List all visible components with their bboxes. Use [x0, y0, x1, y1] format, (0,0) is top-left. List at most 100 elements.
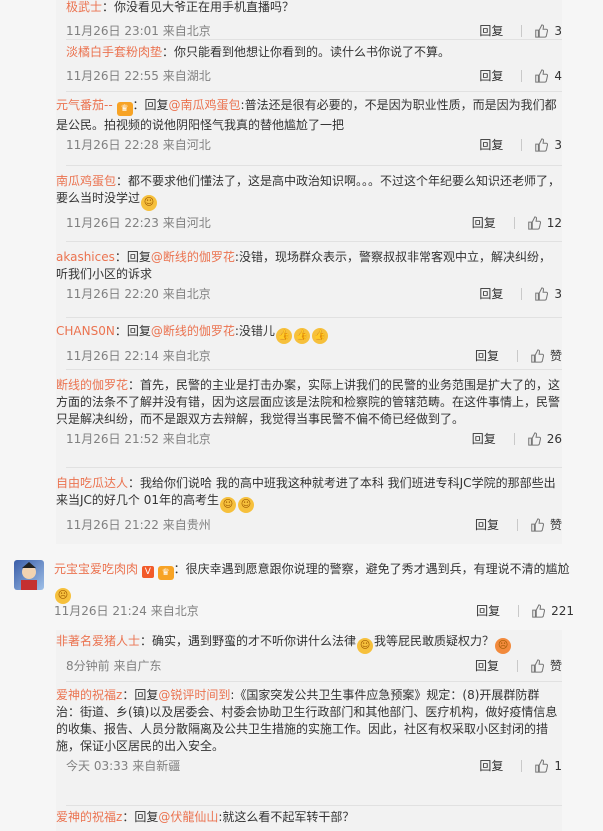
divider [518, 605, 520, 617]
divider [513, 433, 515, 445]
reply-text: akashices：回复@断线的伽罗花:没错，现场群众表示，警察叔叔非常客观中立… [56, 250, 551, 281]
divider [521, 288, 523, 300]
reply-text: 自由吃瓜达人：我给你们说哈 我的高中班我这种就考进了本科 我们班进专科JC学院的… [56, 468, 562, 513]
mention-link[interactable]: @伏龍仙山 [158, 810, 218, 824]
like-button[interactable]: 4 [534, 64, 562, 88]
thumbs-up-icon [531, 349, 544, 363]
username-link[interactable]: 非著名爱猪人士 [56, 634, 140, 648]
avatar[interactable] [14, 560, 44, 590]
reply-text: 非著名爱猪人士：确实，遇到野蛮的才不听你讲什么法律 ☺ 我等屁民敢质疑权力？ ☹ [56, 630, 562, 654]
reply-meta: 今天 03:33 来自新疆 回复 1 [66, 754, 562, 778]
thumbs-up-icon [527, 216, 541, 230]
username-link[interactable]: 淡橘白手套粉肉垫 [66, 45, 162, 59]
like-button[interactable]: 26 [527, 427, 562, 451]
like-button[interactable]: 221 [531, 599, 574, 623]
reply-button[interactable]: 回复 [476, 599, 500, 623]
reply-meta: 11月26日 22:28 来自河北 回复 3 [66, 133, 562, 157]
reply-time: 11月26日 22:23 来自河北 [66, 216, 211, 230]
comment-meta: 11月26日 21:24 来自北京 回复 221 [54, 599, 574, 623]
mention-link[interactable]: @锐评时间到 [158, 688, 230, 702]
divider [521, 70, 523, 82]
angry-emoji-icon: ☹ [495, 638, 512, 654]
comment-text: 元宝宝爱吃肉肉 V ♛ ：很庆幸遇到愿意跟你说理的警察，避免了秀才遇到兵，有理说不… [54, 558, 574, 604]
username-link[interactable]: 断线的伽罗花 [56, 378, 128, 392]
like-button[interactable]: 赞 [530, 654, 562, 678]
laughing-emoji-icon: ☺ [220, 497, 237, 513]
reply-button[interactable]: 回复 [472, 211, 496, 235]
divider [513, 217, 515, 229]
divider [516, 660, 518, 672]
username-link[interactable]: CHANS0N [56, 324, 115, 338]
reply-time: 11月26日 23:01 来自北京 [66, 24, 211, 38]
reply-button[interactable]: 回复 [479, 754, 503, 778]
divider [521, 760, 523, 772]
thumbs-up-icon [531, 518, 544, 532]
reply-button[interactable]: 回复 [479, 282, 503, 306]
reply-button[interactable]: 回复 [475, 344, 499, 368]
reply-button[interactable]: 回复 [479, 64, 503, 88]
username-link[interactable]: 爱神的祝福z [56, 810, 122, 824]
like-button[interactable]: 3 [534, 133, 562, 157]
username-link[interactable]: 元宝宝爱吃肉肉 [54, 562, 138, 576]
thumbs-up-icon [531, 659, 544, 673]
reply-button[interactable]: 回复 [472, 427, 496, 451]
reply-time: 11月26日 21:52 来自北京 [66, 432, 211, 446]
mention-link[interactable]: @断线的伽罗花 [151, 324, 235, 338]
reply-time: 11月26日 22:20 来自北京 [66, 287, 211, 301]
like-button[interactable]: 3 [534, 282, 562, 306]
reply-meta: 11月26日 21:52 来自北京 回复 26 [66, 427, 562, 451]
reply-text: 爱神的祝福z：回复@伏龍仙山:就这么看不起军转干部？ [56, 810, 355, 824]
username-link[interactable]: 爱神的祝福z [56, 688, 122, 702]
reply-text: 爱神的祝福z：回复@锐评时间到:《国家突发公共卫生事件应急预案》规定：(8)开展… [56, 688, 558, 753]
reply-text: 断线的伽罗花：首先，民警的主业是打击办案，实际上讲我们的民警的业务范围是扩大了的… [56, 378, 561, 426]
reply-text: 南瓜鸡蛋包：都不要求他们懂法了，这是高中政治知识啊。。。不过这个年纪要么知识还老… [56, 166, 562, 211]
verified-badge-icon: V [141, 566, 154, 578]
thumbs-up-icon [535, 69, 549, 83]
like-button[interactable]: 赞 [530, 344, 562, 368]
reply-time: 11月26日 22:55 来自湖北 [66, 69, 211, 83]
reply-button[interactable]: 回复 [475, 654, 499, 678]
reply-time: 今天 03:33 来自新疆 [66, 759, 181, 773]
divider [516, 350, 518, 362]
mention-link[interactable]: @南瓜鸡蛋包 [169, 98, 241, 112]
thumbs-up-icon [535, 287, 549, 301]
thumbs-up-icon [535, 138, 549, 152]
thumbs-up-emoji-icon: 👍 [293, 328, 310, 344]
username-link[interactable]: akashices [56, 250, 115, 264]
username-link[interactable]: 元气番茄-- [56, 98, 113, 112]
reply-text: 元气番茄-- ♛ ：回复@南瓜鸡蛋包:普法还是很有必要的，不是因为职业性质，而是因… [56, 98, 557, 132]
like-button[interactable]: 12 [527, 211, 562, 235]
thumbs-up-icon [535, 24, 549, 38]
reply-meta: 11月26日 22:20 来自北京 回复 3 [66, 282, 562, 306]
username-link[interactable]: 极武士 [66, 0, 102, 14]
smirk-emoji-icon: ☺ [357, 638, 374, 654]
laughing-emoji-icon: ☺ [141, 195, 158, 211]
thumbs-up-icon [535, 759, 549, 773]
reply-meta: 11月26日 21:22 来自贵州 回复 赞 [66, 513, 562, 537]
comment-time: 11月26日 21:24 来自北京 [54, 604, 199, 618]
thumbs-up-emoji-icon: 👍 [275, 328, 292, 344]
divider [521, 25, 523, 37]
laughing-emoji-icon: ☺ [238, 497, 255, 513]
reply-text: 淡橘白手套粉肉垫：你只能看到他想让你看到的。读什么书你说了不算。 [66, 45, 451, 59]
crown-badge-icon: ♛ [116, 102, 133, 116]
reply-text: 极武士：你没看见大爷正在用手机直播吗？ [66, 0, 295, 14]
crown-badge-icon: ♛ [157, 566, 174, 580]
reply-button[interactable]: 回复 [475, 513, 499, 537]
reply-time: 8分钟前 来自广东 [66, 659, 162, 673]
reply-meta: 11月26日 22:23 来自河北 回复 12 [66, 211, 562, 235]
username-link[interactable]: 自由吃瓜达人 [56, 476, 128, 490]
like-button[interactable]: 赞 [530, 513, 562, 537]
thumbs-up-icon [527, 432, 541, 446]
thumbs-up-icon [532, 604, 546, 618]
username-link[interactable]: 南瓜鸡蛋包 [56, 174, 116, 188]
reply-meta: 11月26日 22:14 来自北京 回复 赞 [66, 344, 562, 368]
user-avatar-icon [21, 562, 37, 590]
reply-meta: 8分钟前 来自广东 回复 赞 [66, 654, 562, 678]
mention-link[interactable]: @断线的伽罗花 [151, 250, 235, 264]
reply-time: 11月26日 22:14 来自北京 [66, 349, 211, 363]
like-button[interactable]: 1 [534, 754, 562, 778]
reply-button[interactable]: 回复 [479, 133, 503, 157]
divider [521, 139, 523, 151]
reply-meta: 11月26日 22:55 来自湖北 回复 4 [66, 64, 562, 88]
